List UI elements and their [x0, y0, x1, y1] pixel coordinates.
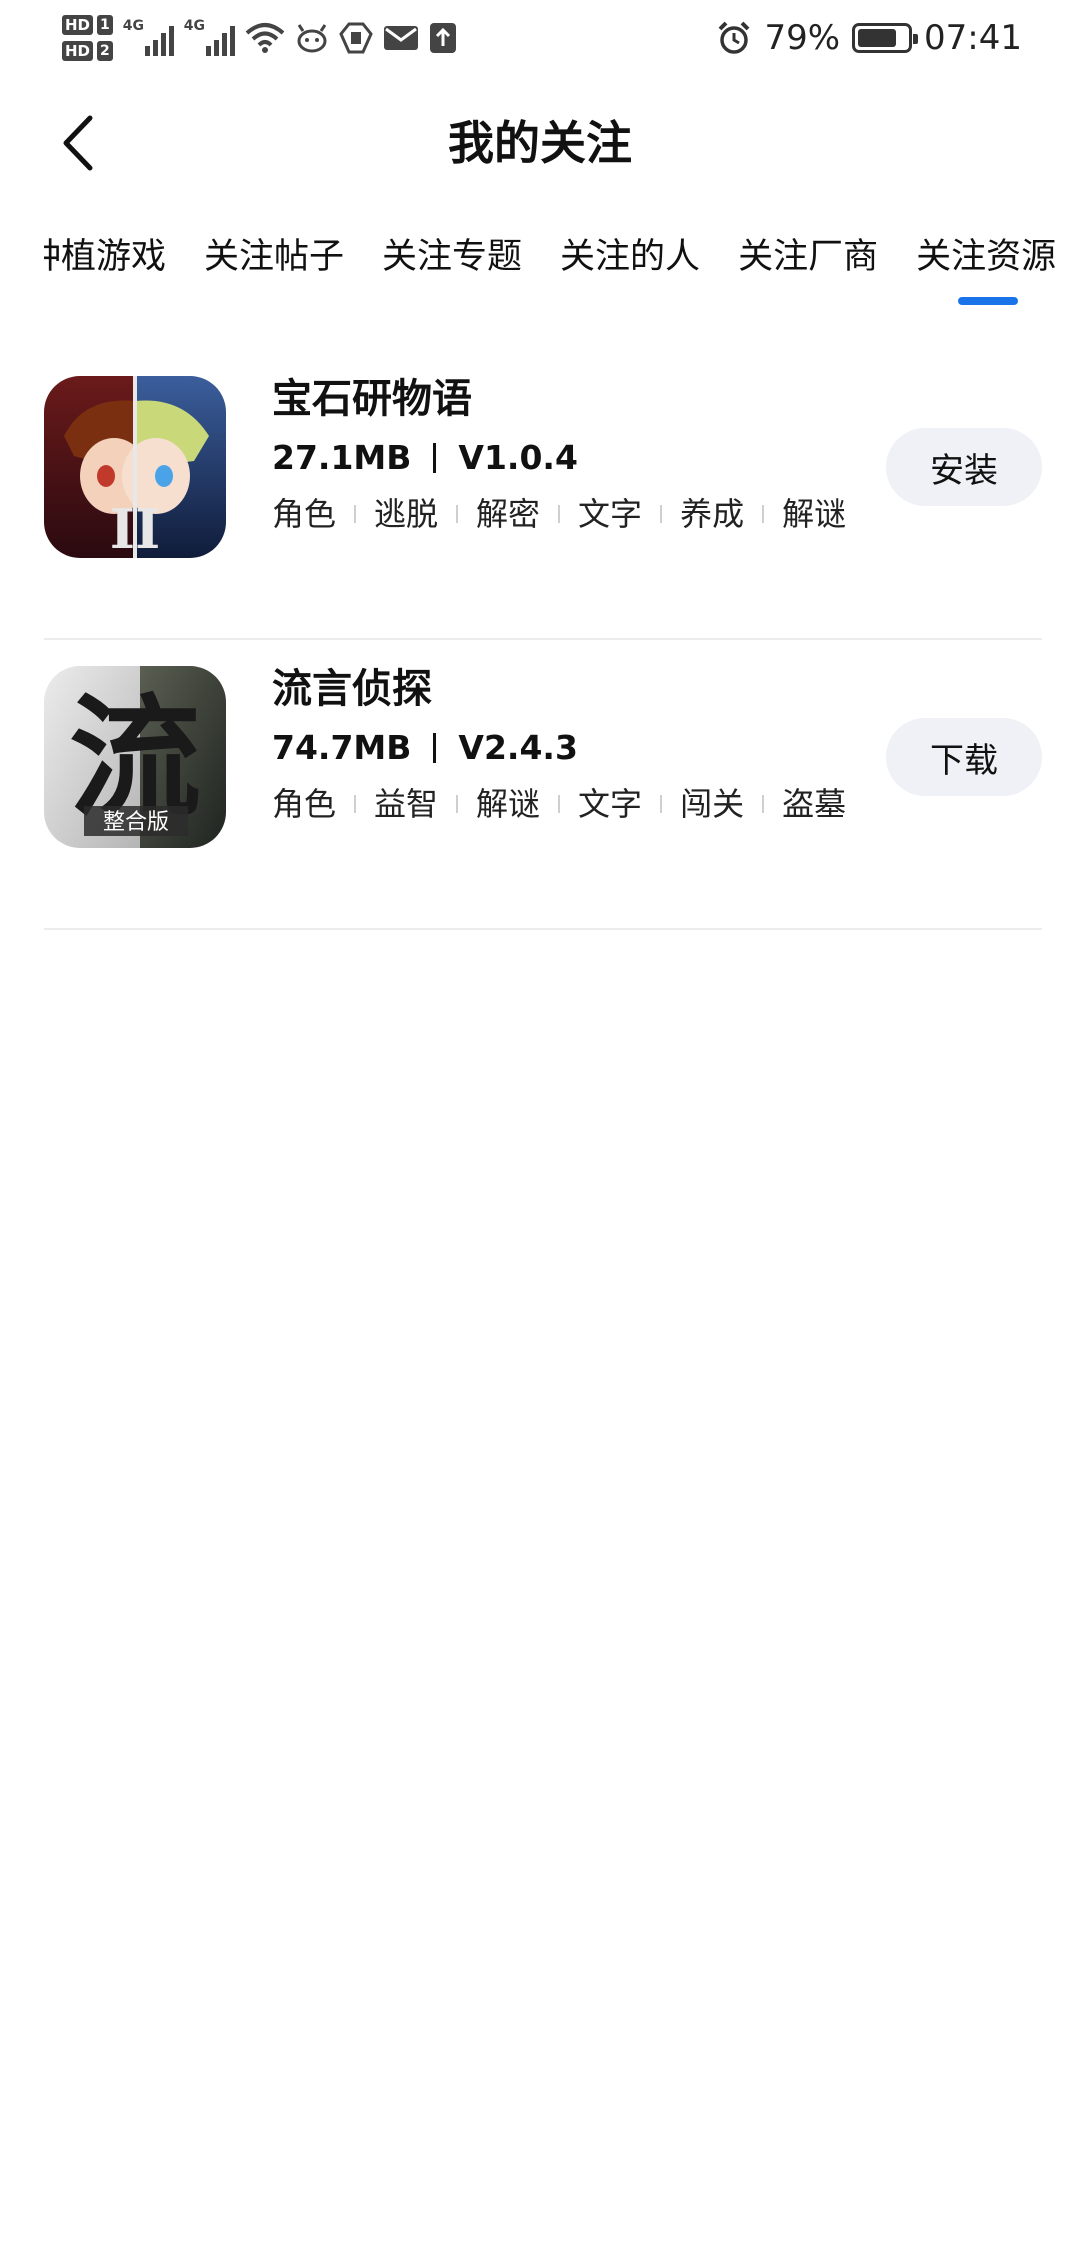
- tab-followed-posts[interactable]: 关注帖子: [204, 225, 344, 289]
- status-bar-left: HD 1 HD 2 4G 4G: [62, 8, 457, 68]
- app-notification-icon: [297, 24, 327, 53]
- tag-divider: [558, 505, 561, 523]
- tag: 解密: [476, 495, 541, 533]
- mail-icon: [383, 26, 418, 50]
- tag-divider: [456, 505, 459, 523]
- tag-divider: [660, 505, 663, 523]
- page-title: 我的关注: [448, 116, 632, 170]
- sim-number: 2: [97, 41, 113, 61]
- shield-icon: [339, 22, 373, 54]
- tag-divider: [762, 505, 765, 523]
- followed-resources-list: II 宝石研物语 27.1MB V1.0.4 角色 逃脱 解密 文字 养成 解谜…: [44, 350, 1042, 930]
- clock: 07:41: [924, 18, 1022, 58]
- file-size: 27.1MB: [272, 438, 412, 477]
- meta-divider: [433, 443, 437, 473]
- version: V2.4.3: [458, 728, 578, 767]
- tab-followed-topics[interactable]: 关注专题: [382, 225, 522, 289]
- tag: 盗墓: [782, 785, 847, 823]
- sim-1-indicator: HD 1: [62, 15, 113, 35]
- sim-2-indicator: HD 2: [62, 41, 113, 61]
- file-size: 74.7MB: [272, 728, 412, 767]
- wifi-icon: [245, 23, 285, 53]
- item-info: 流言侦探 74.7MB V2.4.3 角色 益智 解谜 文字 闯关 盗墓: [272, 658, 846, 832]
- tag-divider: [660, 795, 663, 813]
- tab-followed-vendors[interactable]: 关注厂商: [738, 225, 878, 289]
- rumor-detective-game-icon[interactable]: 流 整合版: [44, 666, 226, 848]
- network-type: 4G: [122, 18, 144, 34]
- tab-followed-resources[interactable]: 关注资源: [916, 225, 1056, 305]
- upload-icon: [429, 23, 456, 53]
- signal-icon: 4G: [122, 18, 174, 56]
- game-meta: 27.1MB V1.0.4: [272, 430, 846, 486]
- tag: 闯关: [680, 785, 745, 823]
- network-type: 4G: [183, 18, 205, 34]
- install-button[interactable]: 安装: [886, 428, 1042, 506]
- item-info: 宝石研物语 27.1MB V1.0.4 角色 逃脱 解密 文字 养成 解谜: [272, 368, 846, 542]
- tag-divider: [558, 795, 561, 813]
- header: 我的关注: [0, 100, 1080, 186]
- tag-divider: [762, 795, 765, 813]
- tag: 文字: [578, 785, 643, 823]
- tag: 逃脱: [374, 495, 439, 533]
- list-item[interactable]: II 宝石研物语 27.1MB V1.0.4 角色 逃脱 解密 文字 养成 解谜…: [44, 350, 1042, 640]
- meta-divider: [433, 733, 437, 763]
- tag-list: 角色 益智 解谜 文字 闯关 盗墓: [272, 776, 846, 832]
- tag-list: 角色 逃脱 解密 文字 养成 解谜: [272, 486, 846, 542]
- battery-icon: [852, 23, 919, 53]
- tag: 解谜: [782, 495, 847, 533]
- hd-badge: HD: [62, 15, 94, 35]
- hd-badge: HD: [62, 41, 94, 61]
- tag: 角色: [272, 785, 337, 823]
- status-bar: HD 1 HD 2 4G 4G 79% 07:41: [0, 0, 1080, 72]
- tab-followed-people[interactable]: 关注的人: [560, 225, 700, 289]
- sim-indicators: HD 1 HD 2: [62, 15, 113, 61]
- tag: 养成: [680, 495, 745, 533]
- tag: 文字: [578, 495, 643, 533]
- tag-divider: [354, 795, 357, 813]
- list-item[interactable]: 流 整合版 流言侦探 74.7MB V2.4.3 角色 益智 解谜 文字 闯关 …: [44, 640, 1042, 930]
- back-button[interactable]: [50, 110, 106, 176]
- battery-percent: 79%: [764, 18, 841, 58]
- svg-text:II: II: [110, 497, 161, 558]
- game-name[interactable]: 宝石研物语: [272, 368, 846, 430]
- game-meta: 74.7MB V2.4.3: [272, 720, 846, 776]
- battery-fill: [858, 29, 896, 47]
- download-button[interactable]: 下载: [886, 718, 1042, 796]
- icon-subtext: 整合版: [103, 810, 169, 835]
- back-arrow-icon: [63, 115, 93, 171]
- tag: 解谜: [476, 785, 541, 823]
- signal-icon: 4G: [183, 18, 235, 56]
- gem-story-game-icon[interactable]: II: [44, 376, 226, 558]
- tag: 角色: [272, 495, 337, 533]
- alarm-icon: [719, 21, 750, 54]
- status-bar-right: 79% 07:41: [716, 8, 1022, 68]
- game-name[interactable]: 流言侦探: [272, 658, 846, 720]
- version: V1.0.4: [458, 438, 578, 477]
- sim-number: 1: [97, 15, 113, 35]
- tag: 益智: [374, 785, 439, 823]
- tag-divider: [456, 795, 459, 813]
- tab-planting-games[interactable]: 种植游戏: [44, 225, 166, 289]
- tab-bar: 种植游戏关注帖子关注专题关注的人关注厂商关注资源: [44, 225, 1066, 315]
- tag-divider: [354, 505, 357, 523]
